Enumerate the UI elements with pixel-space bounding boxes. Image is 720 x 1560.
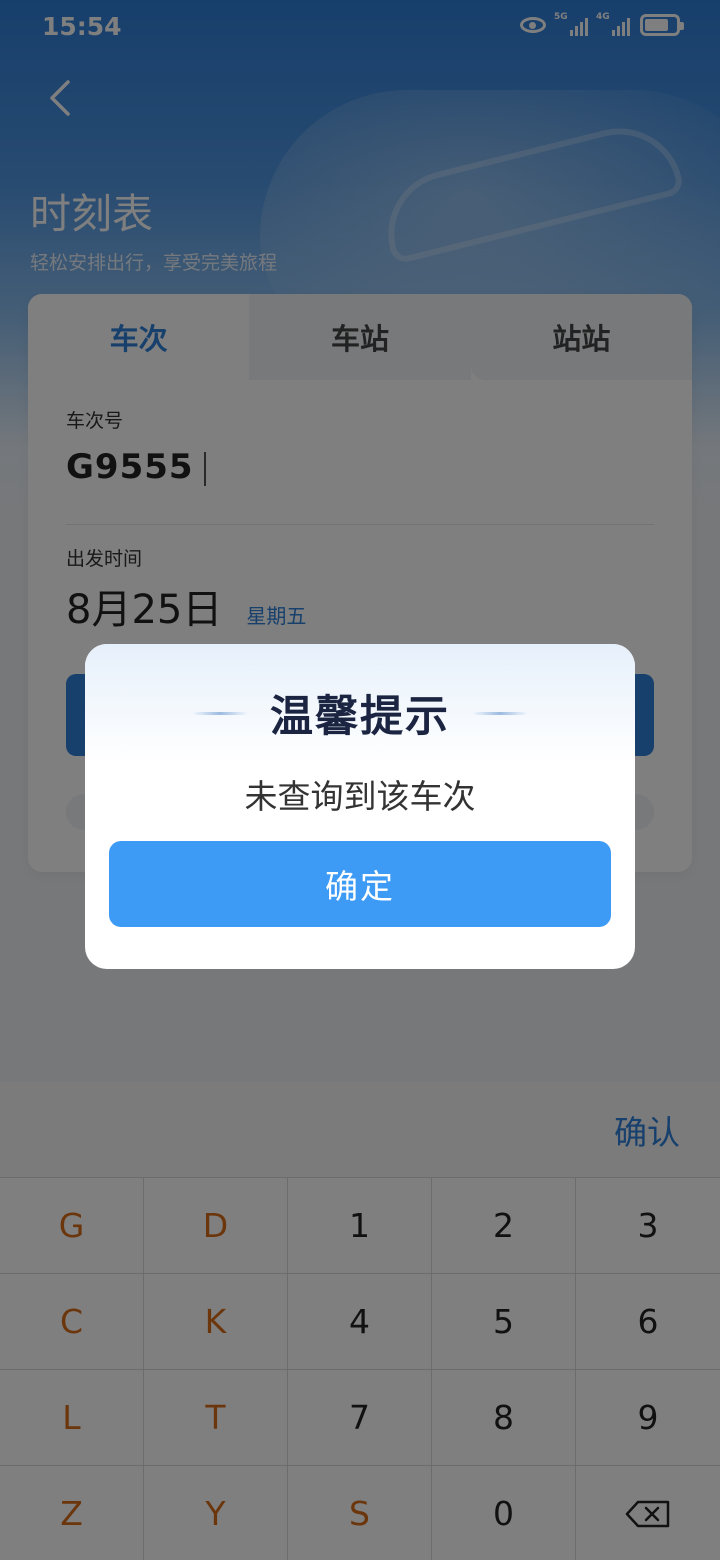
dialog-title: 温馨提示 xyxy=(270,692,450,742)
dialog-message: 未查询到该车次 xyxy=(244,777,476,816)
dialog-ok-button[interactable]: 确定 xyxy=(109,841,611,927)
title-decoration-right xyxy=(472,711,528,715)
title-decoration-left xyxy=(192,711,248,715)
dialog-title-row: 温馨提示 xyxy=(85,682,635,744)
alert-dialog: 温馨提示 未查询到该车次 确定 xyxy=(85,644,635,969)
